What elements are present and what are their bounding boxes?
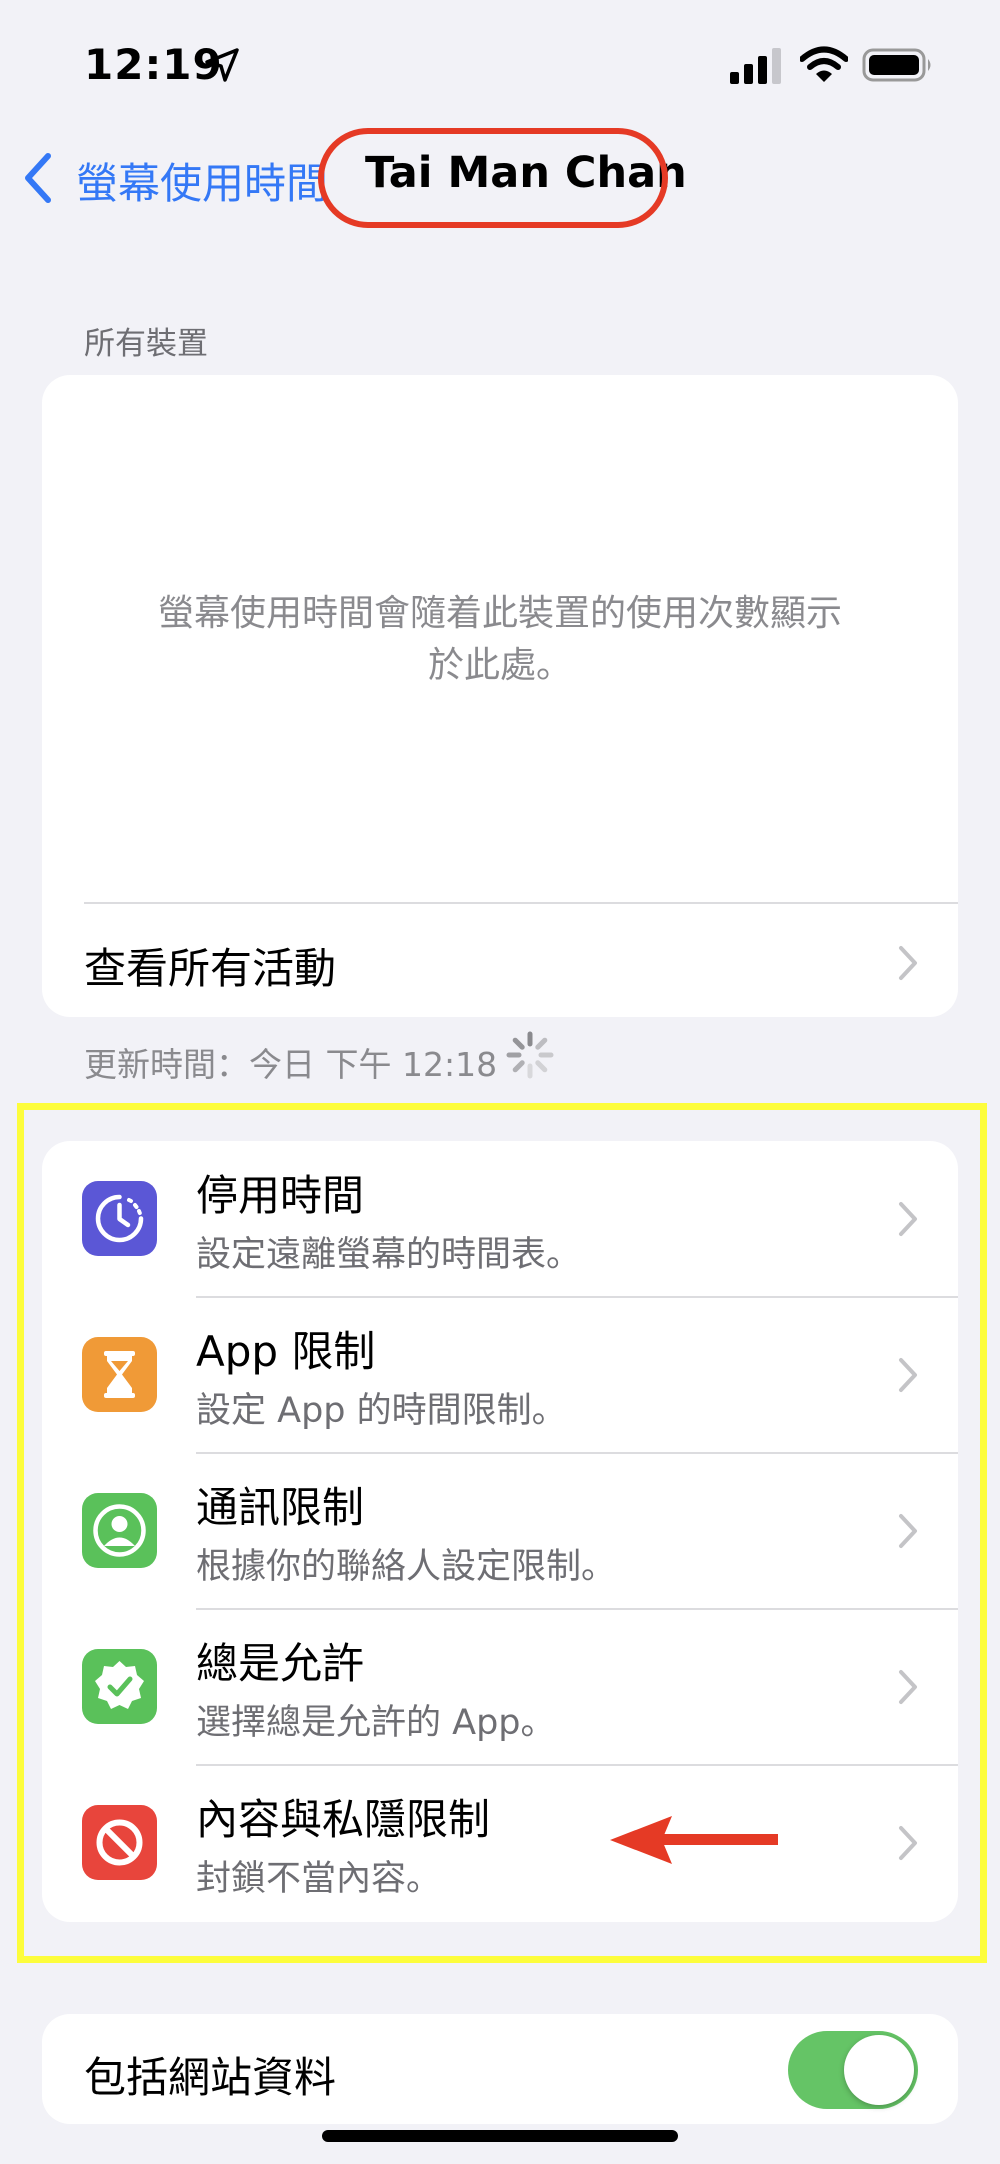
home-indicator[interactable] (322, 2130, 678, 2142)
toggle-knob (844, 2035, 914, 2105)
location-arrow-icon (205, 48, 239, 82)
row-subtitle: 設定 App 的時間限制。 (196, 1391, 567, 1431)
row-subtitle: 設定遠離螢幕的時間表。 (196, 1235, 582, 1275)
block-icon (82, 1805, 157, 1880)
chevron-right-icon (899, 1826, 917, 1860)
chevron-right-icon (899, 1670, 917, 1704)
usage-card (42, 375, 958, 1017)
row-subtitle: 封鎖不當內容。 (196, 1859, 442, 1899)
battery-icon (862, 48, 931, 82)
section-header-all-devices: 所有裝置 (84, 326, 208, 362)
row-title: 停用時間 (196, 1171, 365, 1220)
checkmark-badge-icon (82, 1649, 157, 1724)
see-all-activity-button[interactable]: 查看所有活動 (84, 935, 336, 996)
contact-icon (82, 1493, 157, 1568)
include-website-data-label: 包括網站資料 (84, 2053, 337, 2102)
chevron-right-icon (899, 1202, 917, 1236)
row-title: 總是允許 (196, 1639, 365, 1688)
row-title: 通訊限制 (196, 1483, 365, 1532)
hourglass-icon (82, 1337, 157, 1412)
back-button[interactable]: 螢幕使用時間 (76, 150, 328, 211)
annotation-red-oval (318, 128, 668, 228)
wifi-icon (800, 46, 848, 82)
downtime-icon (82, 1181, 157, 1256)
cellular-signal-icon (730, 48, 781, 84)
row-subtitle: 根據你的聯絡人設定限制。 (196, 1547, 617, 1587)
row-title: App 限制 (196, 1327, 376, 1376)
row-subtitle: 選擇總是允許的 App。 (196, 1703, 556, 1743)
annotation-red-arrow (610, 1816, 778, 1864)
chevron-right-icon (899, 946, 917, 980)
updated-timestamp: 更新時間：今日 下午 12:18 (84, 1045, 498, 1084)
loading-spinner-icon (506, 1031, 554, 1079)
divider (84, 902, 958, 904)
chevron-right-icon (899, 1514, 917, 1548)
usage-empty-message: 螢幕使用時間會隨着此裝置的使用次數顯示 於此處。 (157, 593, 842, 686)
status-time: 12:19 (84, 40, 223, 89)
back-chevron-icon[interactable] (22, 152, 54, 204)
limits-row-content-privacy[interactable] (42, 1765, 958, 1921)
chevron-right-icon (899, 1358, 917, 1392)
row-title: 內容與私隱限制 (196, 1795, 491, 1844)
